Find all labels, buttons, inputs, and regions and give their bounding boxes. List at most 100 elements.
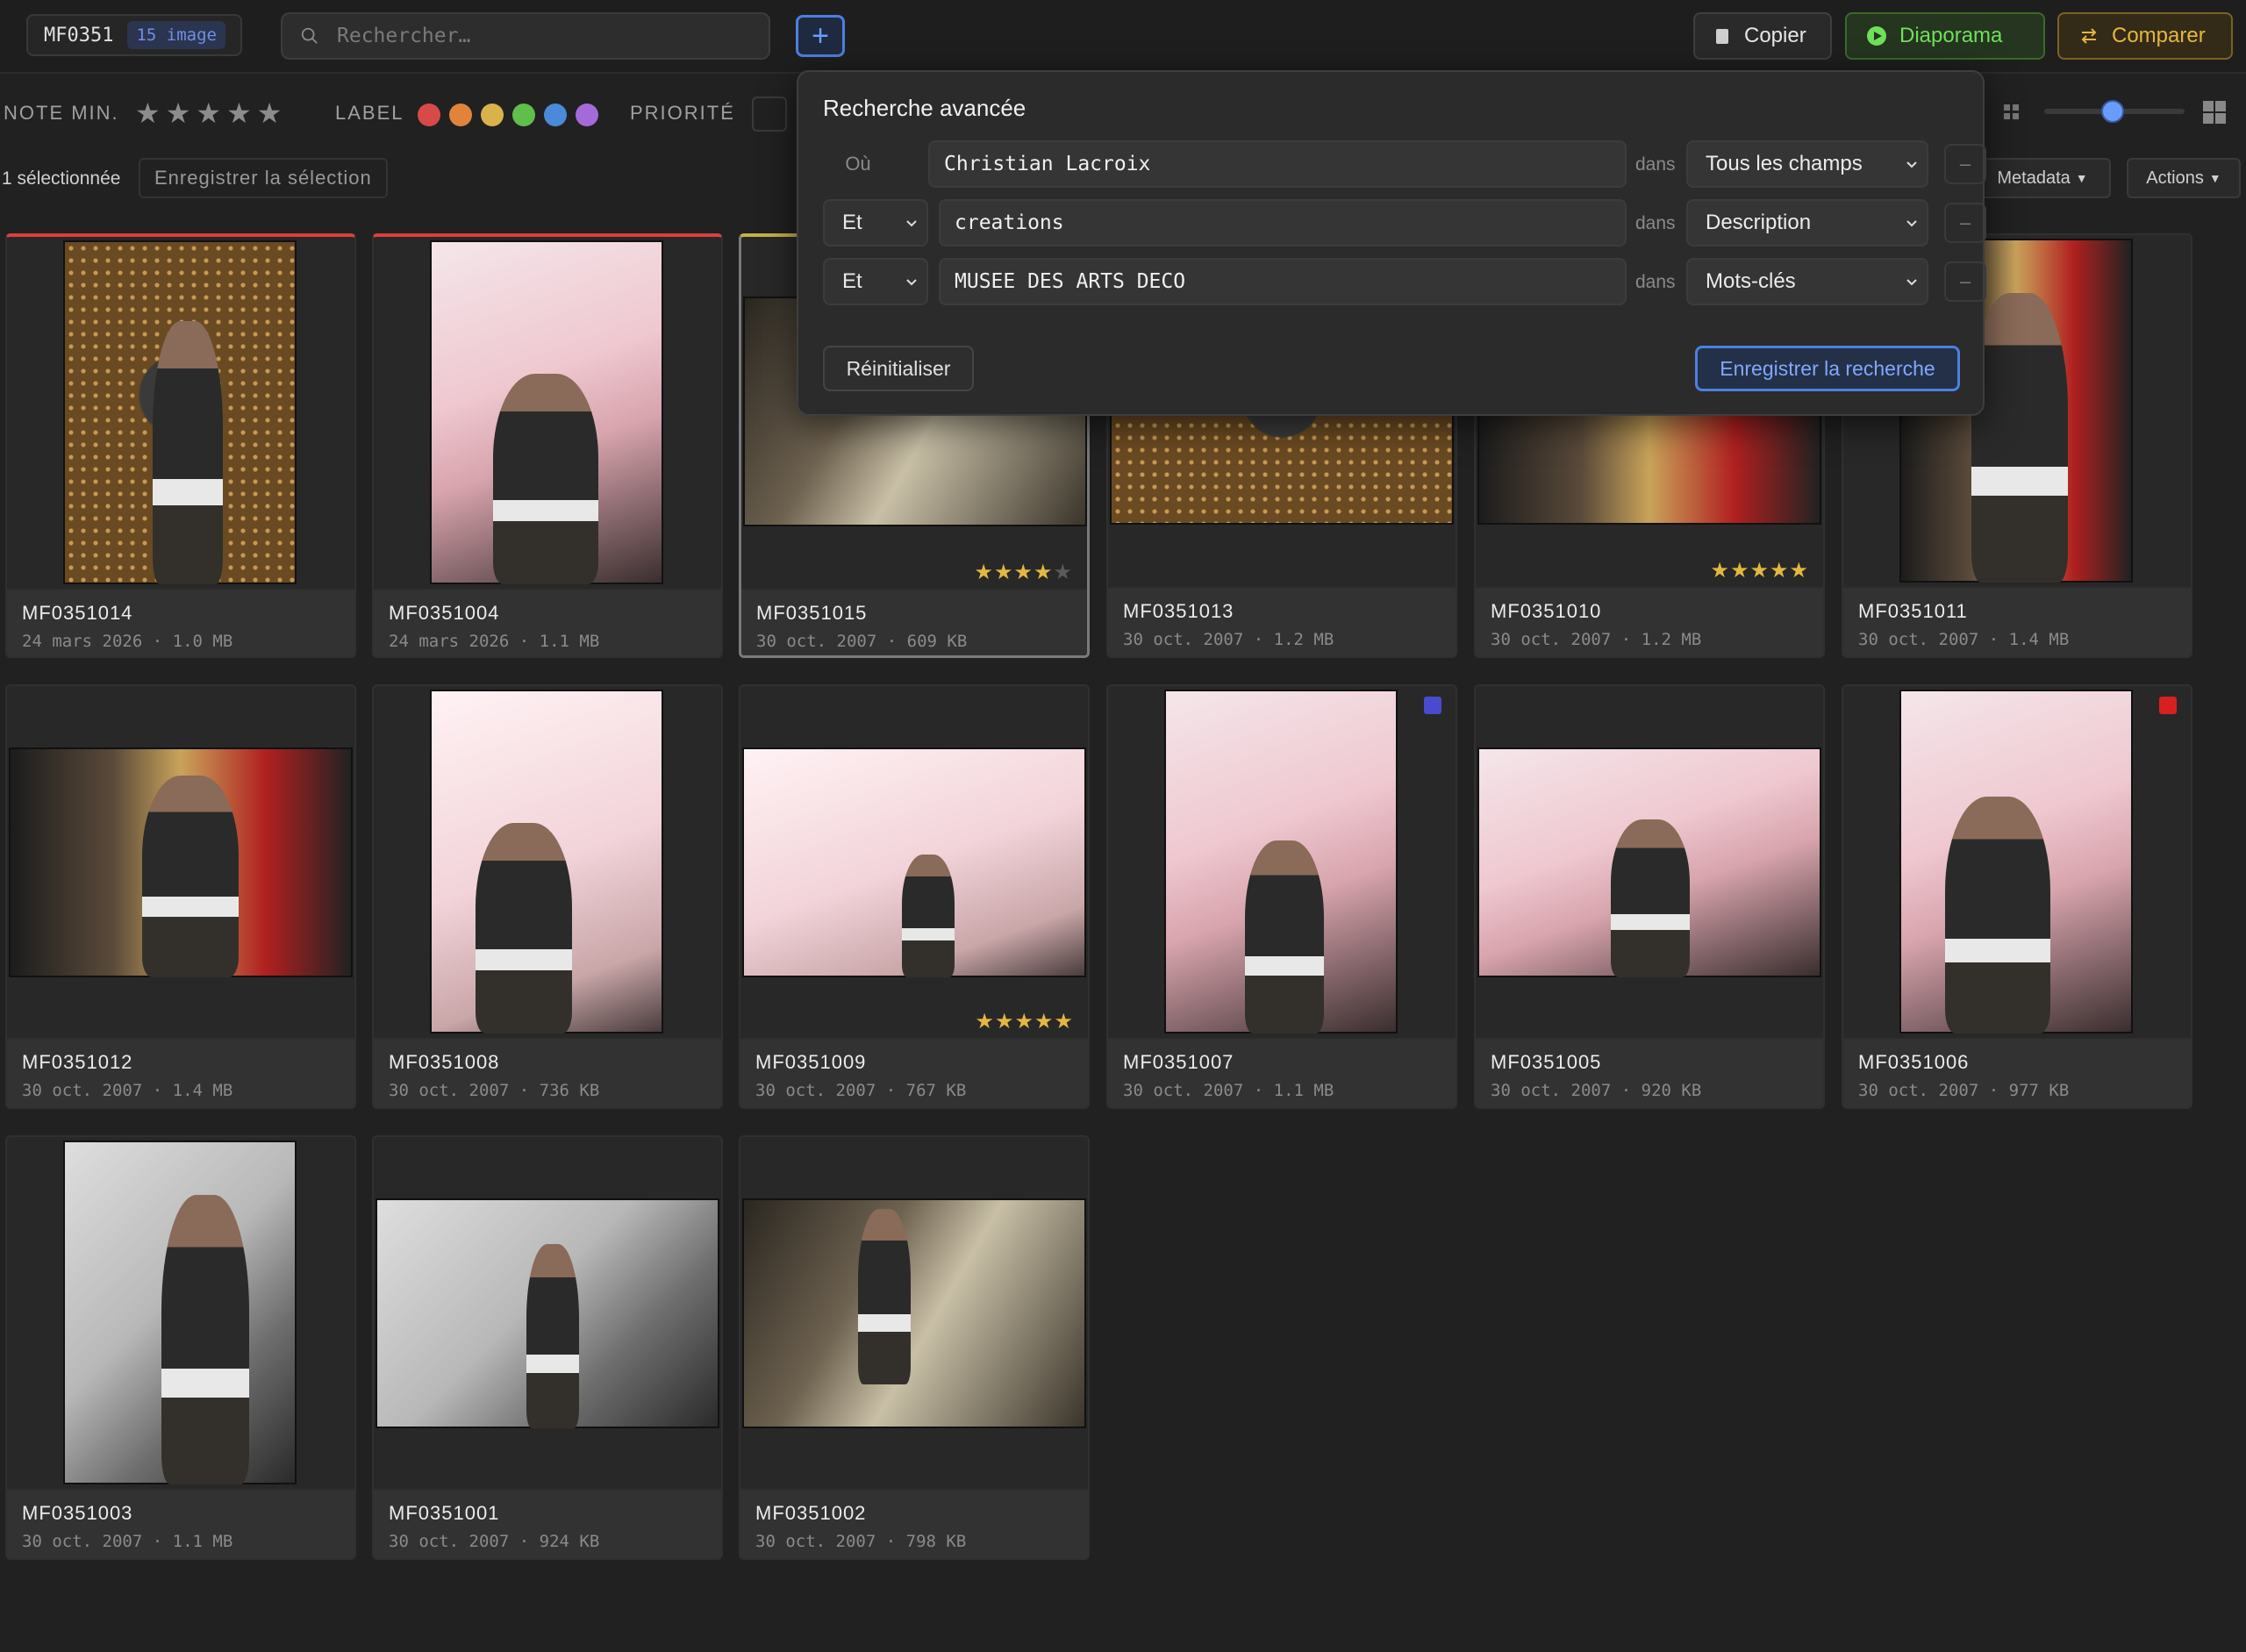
image-size: 1.0 MB	[172, 632, 233, 651]
image-id: MF0351014	[22, 602, 133, 624]
image-date: 30 oct. 2007	[389, 1081, 510, 1100]
search-criterion-row: Et MUSEE DES ARTS DECO dans Mots-clés –	[823, 258, 1986, 305]
image-card[interactable]: MF0351007 30 oct. 2007 · 1.1 MB	[1106, 684, 1457, 1109]
actions-dropdown[interactable]: Actions ▼	[2127, 158, 2241, 198]
field-select[interactable]: Description	[1686, 199, 1928, 247]
image-card[interactable]: MF0351005 30 oct. 2007 · 920 KB	[1474, 684, 1825, 1109]
image-date: 30 oct. 2007	[1858, 630, 1979, 649]
image-thumbnail	[1164, 690, 1398, 1033]
remove-criterion-button[interactable]: –	[1944, 144, 1986, 184]
image-date: 30 oct. 2007	[1858, 1081, 1979, 1100]
search-term-input[interactable]: Christian Lacroix	[928, 140, 1627, 188]
operator-select[interactable]: Et	[823, 199, 928, 247]
field-select[interactable]: Mots-clés	[1686, 258, 1928, 305]
priority-filter[interactable]	[752, 97, 787, 132]
operator-select[interactable]: Et	[823, 258, 928, 305]
image-card[interactable]: MF0351001 30 oct. 2007 · 924 KB	[372, 1135, 723, 1560]
image-thumbnail	[742, 747, 1086, 977]
image-card[interactable]: MF0351006 30 oct. 2007 · 977 KB	[1842, 684, 2192, 1109]
save-search-button[interactable]: Enregistrer la recherche	[1695, 346, 1960, 391]
search-box[interactable]	[281, 12, 770, 60]
copy-button[interactable]: Copier	[1693, 12, 1832, 60]
star-rating[interactable]: ★★★★★	[974, 560, 1073, 585]
caret-down-icon: ▼	[2208, 171, 2221, 185]
image-card[interactable]: MF0351003 30 oct. 2007 · 1.1 MB	[5, 1135, 356, 1560]
in-label: dans	[1635, 272, 1676, 292]
collection-selector[interactable]: MF0351 15 image	[26, 14, 242, 56]
image-thumbnail	[430, 240, 663, 584]
image-thumbnail	[1477, 747, 1821, 977]
color-label-tag	[2159, 697, 2177, 714]
image-id: MF0351006	[1858, 1051, 1970, 1073]
color-label-tag	[1424, 697, 1441, 714]
copy-icon	[1716, 29, 1728, 44]
label-green-dot[interactable]	[512, 104, 535, 126]
image-date: 30 oct. 2007	[1491, 630, 1612, 649]
image-id: MF0351007	[1123, 1051, 1234, 1073]
image-size: 798 KB	[905, 1532, 967, 1551]
large-grid-icon[interactable]	[2202, 100, 2227, 125]
chevron-down-icon	[1906, 161, 1917, 168]
image-count-badge: 15 image	[127, 21, 225, 49]
label-purple-dot[interactable]	[576, 104, 598, 126]
image-size: 1.4 MB	[2008, 630, 2070, 649]
image-date: 24 mars 2026	[22, 632, 143, 651]
compare-button[interactable]: Comparer	[2057, 12, 2233, 60]
image-id: MF0351013	[1123, 600, 1234, 622]
save-selection-button[interactable]: Enregistrer la sélection	[139, 158, 388, 198]
search-input[interactable]	[335, 24, 725, 48]
remove-criterion-button[interactable]: –	[1944, 261, 1986, 302]
chevron-down-icon	[906, 279, 917, 286]
image-size: 1.4 MB	[172, 1081, 233, 1100]
image-thumbnail	[9, 747, 353, 977]
image-id: MF0351004	[389, 602, 500, 624]
image-date: 30 oct. 2007	[389, 1532, 510, 1551]
remove-criterion-button[interactable]: –	[1944, 203, 1986, 243]
image-id: MF0351003	[22, 1502, 133, 1524]
field-select[interactable]: Tous les champs	[1686, 140, 1928, 188]
image-size: 920 KB	[1641, 1081, 1702, 1100]
image-size: 1.1 MB	[172, 1532, 233, 1551]
image-thumbnail	[63, 240, 297, 584]
image-id: MF0351010	[1491, 600, 1602, 622]
thumbnail-size-handle[interactable]	[2101, 100, 2124, 123]
image-card[interactable]: MF0351014 24 mars 2026 · 1.0 MB	[5, 233, 356, 658]
search-term-input[interactable]: creations	[939, 199, 1627, 247]
image-card[interactable]: MF0351004 24 mars 2026 · 1.1 MB	[372, 233, 723, 658]
star-rating[interactable]: ★★★★★	[975, 1009, 1074, 1034]
operator-label: Où	[845, 153, 871, 175]
label-red-dot[interactable]	[418, 104, 440, 126]
label-yellow-dot[interactable]	[481, 104, 504, 126]
label-blue-dot[interactable]	[544, 104, 567, 126]
image-card[interactable]: MF0351002 30 oct. 2007 · 798 KB	[739, 1135, 1090, 1560]
plus-icon: +	[812, 18, 829, 53]
image-id: MF0351001	[389, 1502, 500, 1524]
top-bar: MF0351 15 image + Copier Diaporama Compa…	[0, 0, 2246, 74]
search-term-input[interactable]: MUSEE DES ARTS DECO	[939, 258, 1627, 305]
image-card[interactable]: MF0351008 30 oct. 2007 · 736 KB	[372, 684, 723, 1109]
image-date: 30 oct. 2007	[22, 1532, 143, 1551]
image-id: MF0351008	[389, 1051, 500, 1073]
in-label: dans	[1635, 213, 1676, 233]
image-id: MF0351002	[755, 1502, 867, 1524]
slideshow-label: Diaporama	[1899, 24, 2003, 47]
label-orange-dot[interactable]	[449, 104, 472, 126]
image-date: 30 oct. 2007	[22, 1081, 143, 1100]
min-rating-stars[interactable]: ★★★★★	[135, 97, 287, 130]
advanced-search-toggle-button[interactable]: +	[796, 15, 845, 57]
search-icon	[301, 27, 318, 44]
metadata-label: Metadata	[1997, 168, 2071, 188]
image-card[interactable]: ★★★★★ MF0351009 30 oct. 2007 · 767 KB	[739, 684, 1090, 1109]
image-date: 30 oct. 2007	[756, 632, 877, 651]
slideshow-button[interactable]: Diaporama	[1845, 12, 2045, 60]
star-rating[interactable]: ★★★★★	[1710, 558, 1809, 583]
image-id: MF0351012	[22, 1051, 133, 1073]
image-id: MF0351009	[755, 1051, 867, 1073]
swap-icon	[2081, 28, 2097, 44]
advanced-search-panel: Recherche avancée Où Christian Lacroix d…	[797, 70, 1986, 416]
image-card[interactable]: MF0351012 30 oct. 2007 · 1.4 MB	[5, 684, 356, 1109]
small-grid-icon[interactable]	[2003, 104, 2021, 121]
metadata-dropdown[interactable]: Metadata ▼	[1974, 158, 2111, 198]
reset-button[interactable]: Réinitialiser	[823, 346, 974, 391]
chevron-down-icon	[906, 220, 917, 227]
